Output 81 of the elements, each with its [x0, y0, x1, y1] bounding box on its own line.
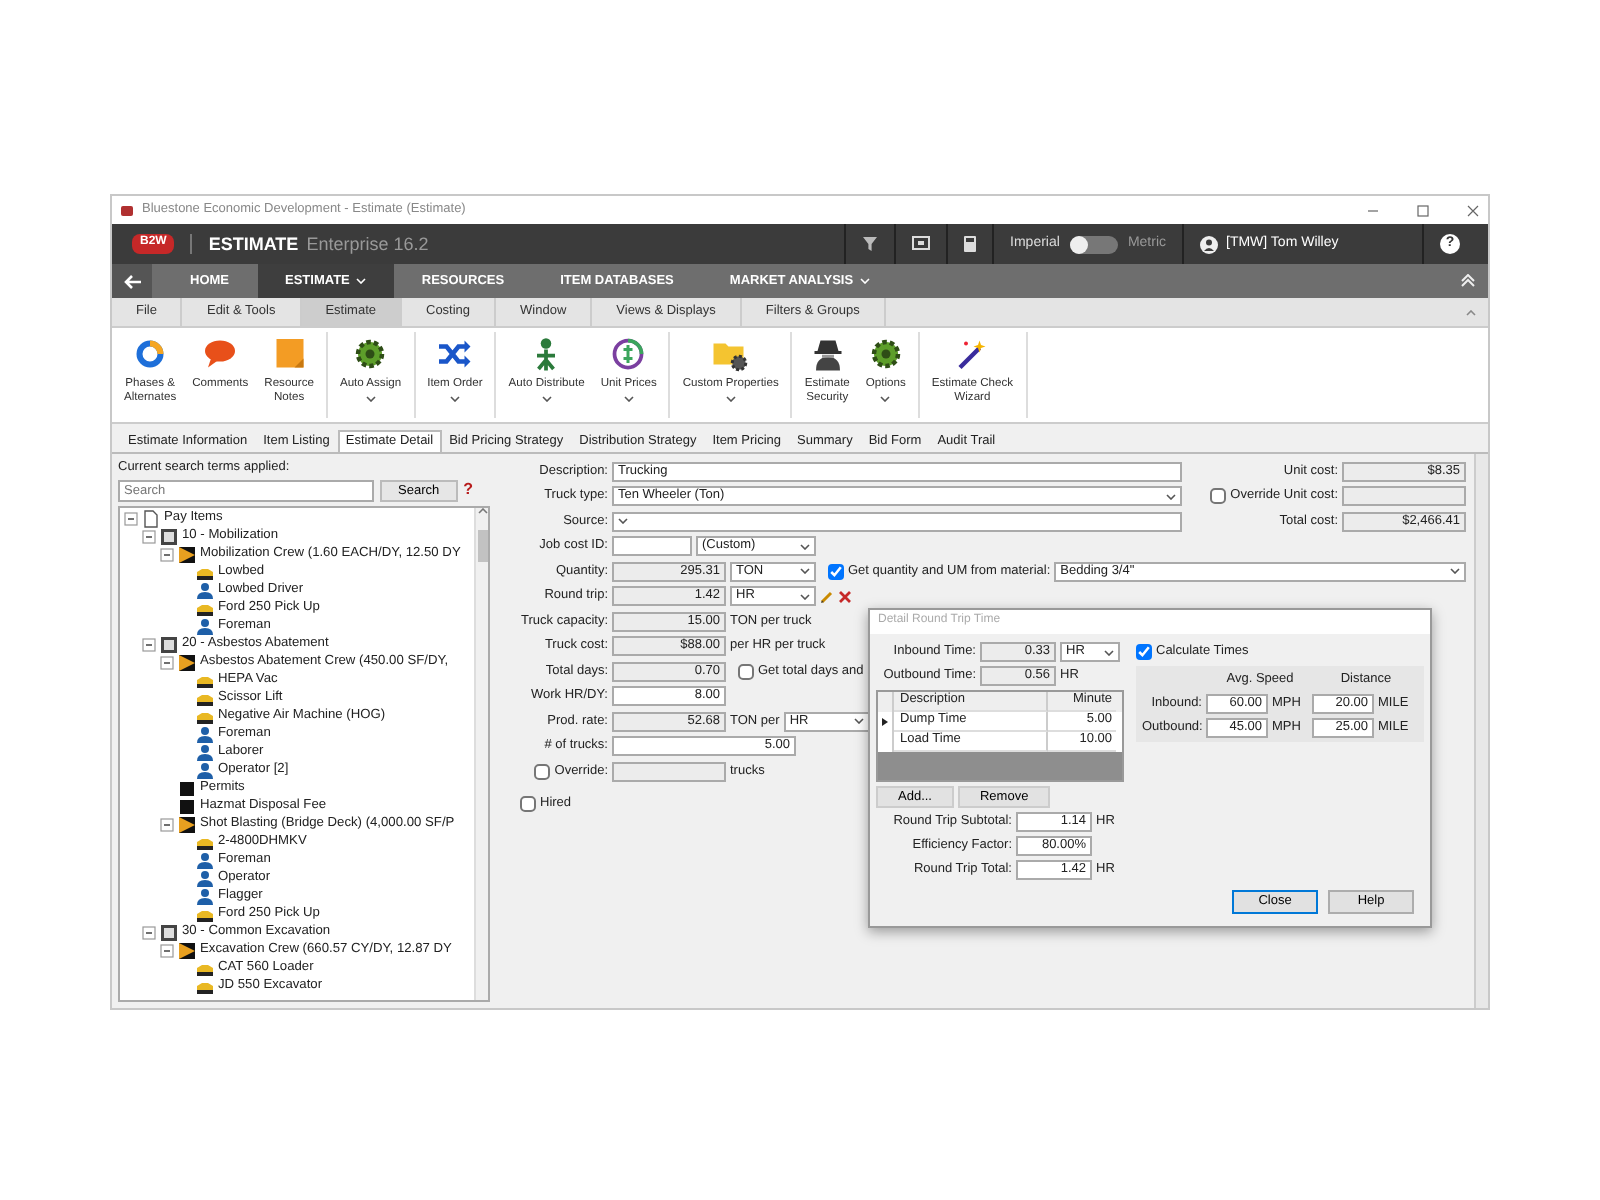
truck-icon: [196, 563, 214, 582]
person-icon: [196, 617, 214, 636]
calculator-icon[interactable]: [964, 236, 977, 252]
caret-icon: [800, 568, 810, 575]
split-square-icon: [178, 815, 196, 834]
caret-icon: [1450, 568, 1460, 575]
checkbox[interactable]: [828, 563, 844, 580]
collapse-icon[interactable]: [160, 655, 174, 670]
caret-icon: [618, 518, 628, 525]
truck-icon: [196, 671, 214, 690]
truck-icon: [196, 599, 214, 618]
collapse-icon[interactable]: [124, 511, 138, 526]
help-link[interactable]: ?: [463, 480, 473, 500]
split-square-icon: [178, 653, 196, 672]
back-button[interactable]: [112, 264, 152, 298]
checkbox[interactable]: [1210, 488, 1227, 505]
caret-icon: [1104, 649, 1114, 655]
app-icon: [120, 203, 134, 217]
cost-field: [1342, 486, 1466, 507]
monitor-icon[interactable]: [912, 236, 931, 252]
input-field[interactable]: [612, 761, 726, 782]
gear-icon: [352, 336, 389, 372]
truck-icon: [196, 905, 214, 924]
collapse-icon[interactable]: [142, 637, 156, 652]
delete-icon[interactable]: [838, 589, 852, 604]
shuffle-icon: [436, 336, 473, 372]
pencil-icon[interactable]: [820, 589, 834, 604]
gear-icon: [867, 336, 904, 372]
magic-wand-icon: [954, 336, 991, 372]
collapse-icon[interactable]: [142, 529, 156, 544]
collapse-icon[interactable]: [160, 817, 174, 832]
caret-up-icon[interactable]: [1466, 310, 1476, 316]
scrollbar-thumb[interactable]: [477, 529, 487, 562]
note-icon: [271, 336, 308, 372]
truck-icon: [196, 689, 214, 708]
collapse-icon[interactable]: [160, 547, 174, 562]
truck-icon: [196, 833, 214, 852]
checkbox[interactable]: [738, 663, 754, 680]
filter-icon[interactable]: [862, 236, 879, 252]
checkbox[interactable]: [534, 763, 551, 780]
coin-icon: [610, 336, 647, 372]
hooded-figure-icon: [809, 336, 846, 372]
scroll-up-icon[interactable]: [477, 507, 487, 514]
truck-icon: [196, 977, 214, 996]
dropdown[interactable]: [612, 511, 1182, 532]
row-pointer-icon: [882, 718, 888, 726]
speech-bubble-icon: [202, 336, 239, 372]
person-icon: [196, 761, 214, 780]
person-icon: [196, 725, 214, 744]
truck-icon: [196, 707, 214, 726]
edition-label: Enterprise 16.2: [306, 233, 431, 255]
person-icon: [196, 851, 214, 870]
caret-icon: [853, 718, 864, 725]
frame-icon: [160, 527, 178, 546]
product-name: ESTIMATE: [190, 233, 299, 255]
square-icon: [178, 779, 196, 798]
split-square-icon: [178, 545, 196, 564]
frame-icon: [160, 635, 178, 654]
square-icon: [178, 797, 196, 816]
maximize-icon[interactable]: [1416, 203, 1430, 217]
person-icon: [196, 743, 214, 762]
person-icon: [196, 581, 214, 600]
frame-icon: [160, 923, 178, 942]
ring-icon: [132, 336, 169, 372]
user-icon: [1200, 235, 1218, 253]
split-square-icon: [178, 941, 196, 960]
caret-icon: [800, 543, 810, 550]
collapse-icon[interactable]: [160, 943, 174, 958]
close-icon[interactable]: [1466, 203, 1480, 217]
caret-icon: [1166, 493, 1176, 500]
units-toggle[interactable]: [1069, 235, 1118, 253]
truck-icon: [196, 959, 214, 978]
checkbox[interactable]: [520, 796, 536, 813]
collapse-icon[interactable]: [142, 925, 156, 940]
input-field[interactable]: [612, 536, 692, 557]
back-arrow-icon: [123, 273, 141, 289]
caret-icon: [800, 593, 810, 600]
person-icon: [196, 869, 214, 888]
scrollbar-track[interactable]: [1474, 453, 1488, 1008]
checkbox[interactable]: [1136, 644, 1152, 660]
person-icon: [196, 887, 214, 906]
